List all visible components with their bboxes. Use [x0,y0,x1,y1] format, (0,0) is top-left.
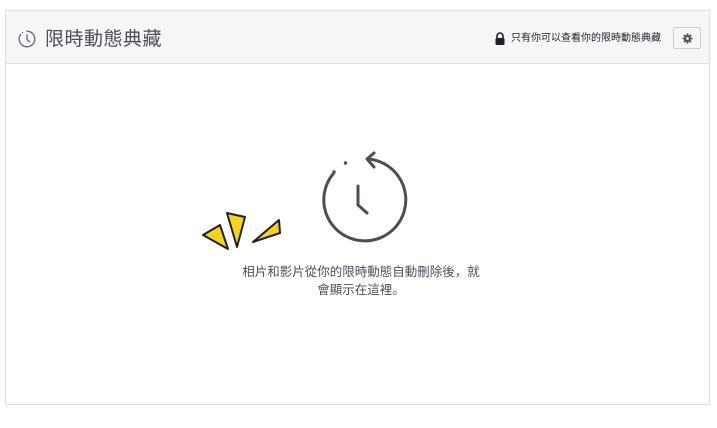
empty-message-line-1: 相片和影片從你的限時動態自動刪除後，就 [242,264,480,279]
empty-message-line-2: 會顯示在這裡。 [317,282,405,297]
clock-rewind-icon [322,151,408,243]
empty-state-illustration [202,151,408,250]
empty-state-message: 相片和影片從你的限時動態自動刪除後，就 會顯示在這裡。 [206,263,516,299]
story-archive-panel: 限時動態典藏 只有你可以查看你的限時動態典藏 相片和影片從你的限時動態自動刪除後… [5,10,710,405]
yellow-sparkles-icon [202,212,281,250]
